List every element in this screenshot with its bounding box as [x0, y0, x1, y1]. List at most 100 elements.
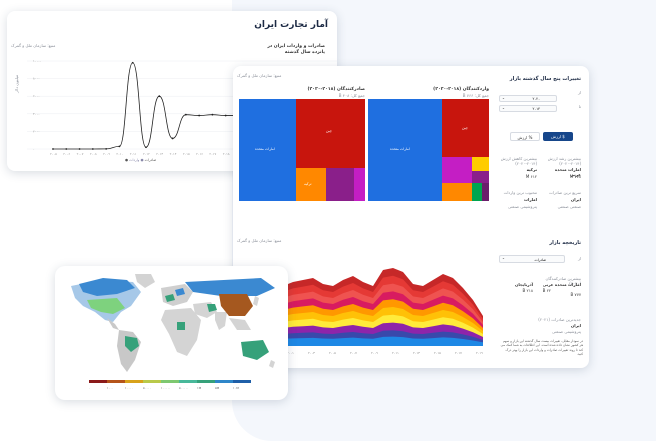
area-x-tick-label: ۲۰۰۷	[350, 351, 357, 355]
stat-popular-value: امارات	[523, 197, 537, 202]
legend-label: ۰	[89, 386, 91, 390]
y-ticks: ۱۰۰۰۰ ۸۰۰۰ ۶۰۰۰ ۴۰۰۰ ۲۰۰۰ ۰	[33, 59, 42, 151]
stat-fastest-sub: صنعتی صنعتی	[557, 204, 581, 209]
tab-value-percent[interactable]: ارزش %	[510, 132, 540, 141]
treemap-cell-uae[interactable]: امارات متحده	[239, 99, 296, 201]
x-tick-label: ۲۰۱۱	[130, 152, 137, 156]
treemap-cell-8[interactable]	[482, 183, 489, 201]
data-point	[78, 148, 81, 150]
legend-swatch	[125, 380, 143, 383]
export-treemap-title: صادرکنندگان (۲۰۱۸-۲۰۲۰)	[307, 87, 365, 92]
history-rank-1: امارات متحده عربی	[542, 282, 581, 287]
x-tick-label: ۲۰۱۰	[116, 152, 123, 156]
x-tick-label: ۲۰۱۶	[196, 152, 203, 156]
y-tick-label: ۴۰۰۰	[33, 112, 40, 116]
x-tick-label: ۲۰۰۵	[50, 152, 57, 156]
legend-swatch	[143, 380, 161, 383]
data-point	[171, 137, 174, 140]
legend-swatch	[179, 380, 197, 383]
x-tick-label: ۲۰۱۸	[223, 152, 230, 156]
x-tick-label: ۲۰۱۳	[156, 152, 163, 156]
area-x-tick-label: ۲۰۱۳	[413, 351, 420, 355]
treemap-cell-4[interactable]	[326, 168, 354, 201]
to-label: تا	[578, 104, 581, 109]
data-point	[211, 113, 214, 116]
tab-value-dollar[interactable]: ارزش $	[543, 132, 573, 141]
import-treemap: امارات متحده چین	[368, 99, 489, 201]
data-point	[91, 148, 94, 150]
treemap-cell-5[interactable]	[354, 168, 365, 201]
panel-title: تغییرات پنج سال گذشته بازار	[509, 76, 581, 82]
y-tick-label: ۱۰۰۰۰	[33, 59, 42, 63]
treemap-cell-turkey[interactable]: ترکیه	[296, 168, 326, 201]
stat-fastest-title: سریع ترین صادرات	[548, 190, 581, 195]
history-rank-1-value: ۲۲ B	[542, 288, 551, 293]
treemap-cell-china[interactable]: چین	[296, 99, 365, 168]
history-new-title: جدیدترین صادرات (۲۰۲۱)	[538, 317, 581, 322]
area-x-tick-label: ۲۰۱۱	[392, 351, 399, 355]
treemap-cell-3[interactable]	[442, 157, 472, 183]
map-region-new-zealand	[269, 360, 275, 368]
area-layers	[283, 268, 483, 346]
stat-decline-sub: ۶۱۲ M	[525, 174, 537, 179]
chevron-down-icon: ⌄	[502, 256, 505, 260]
x-tick-label: ۲۰۰۹	[103, 152, 110, 156]
area-x-tick-label: ۲۰۱۹	[476, 351, 483, 355]
y-tick-label: ۸۰۰۰	[33, 77, 40, 81]
stat-growth-title: بیشترین رشد ارزش (۲۰۱۴-۲۰۲۰)	[547, 156, 581, 166]
area-x-tick-label: ۲۰۰۵	[329, 351, 336, 355]
data-point	[145, 146, 147, 149]
treemap-cell-6[interactable]	[442, 183, 472, 201]
legend-swatch	[161, 380, 179, 383]
stat-growth-sub: ۷۷۸ M	[569, 174, 581, 179]
treemap-cell-china[interactable]: چین	[442, 99, 489, 157]
area-x-tick-label: ۲۰۱۵	[434, 351, 441, 355]
to-select[interactable]: ۲۰۱۴ ⌄	[499, 105, 557, 112]
area-x-tick-label: ۲۰۰۳	[308, 351, 315, 355]
legend-swatch	[233, 380, 251, 383]
legend-label: ۱۰۰۰	[107, 386, 114, 390]
history-from-label: از	[577, 256, 581, 261]
data-point	[131, 61, 134, 64]
data-point	[184, 113, 187, 116]
chevron-down-icon: ⌄	[502, 96, 505, 100]
history-rank-3: ۷۷۷ B	[570, 292, 581, 297]
map-region-southeast-asia	[229, 318, 251, 330]
data-point	[105, 148, 108, 150]
world-map	[71, 274, 275, 372]
legend-swatch	[107, 380, 125, 383]
x-tick-label: ۲۰۰۷	[77, 152, 84, 156]
area-x-tick-label: ۲۰۰۹	[371, 351, 378, 355]
x-ticks: ۲۰۰۵ ۲۰۰۶ ۲۰۰۷ ۲۰۰۸ ۲۰۰۹ ۲۰۱۰ ۲۰۱۱ ۲۰۱۲ ۲۰۱۳ ۲۰۱۴…	[50, 152, 243, 156]
legend-label: ۱M	[197, 386, 202, 390]
from-select[interactable]: ۲۰۲۰ ⌄	[499, 95, 557, 102]
treemap-cell-uae[interactable]: امارات متحده	[368, 99, 442, 201]
export-treemap: امارات متحده چین ترکیه	[239, 99, 365, 201]
stat-decline-value: ترکیه	[526, 167, 537, 172]
market-change-panel: تغییرات پنج سال گذشته بازار از ۲۰۲۰ ⌄ تا…	[495, 70, 585, 220]
map-region-africa-b	[177, 322, 185, 330]
history-panel: تاریخچه بازار از صادرات ⌄ بیشترین صادرکن…	[495, 226, 585, 366]
x-tick-label: ۲۰۱۲	[143, 152, 150, 156]
treemap-cell-4[interactable]	[472, 157, 489, 171]
stacked-area-chart: ۲۰۰۱ ۲۰۰۳ ۲۰۰۵ ۲۰۰۷ ۲۰۰۹ ۲۰۱۱ ۲۰۱۳ ۲۰۱۵ ۲۰۱۷ ۲۰۱۹	[283, 268, 483, 355]
treemap-cell-7[interactable]	[472, 183, 482, 201]
y-tick-label: ۲۰۰۰	[33, 129, 40, 133]
data-point	[198, 114, 201, 117]
legend-label: ۵۰۰۰۰	[143, 386, 152, 390]
series-points	[52, 61, 240, 150]
history-rank-2: آذربایجان	[514, 282, 533, 287]
history-select[interactable]: صادرات ⌄	[499, 255, 565, 263]
import-treemap-total: جمع کل: ۷۶۶ B	[462, 93, 489, 98]
stat-decline-title: بیشترین کاهش ارزش (۲۰۱۴-۲۰۲۰)	[500, 156, 537, 166]
map-region-australia	[241, 340, 269, 360]
stage: آمار تجارت ایران صادرات و واردات ایران د…	[0, 0, 656, 441]
x-tick-label: ۲۰۱۵	[183, 152, 190, 156]
data-point	[118, 145, 121, 148]
treemap-cell-5[interactable]	[472, 171, 489, 183]
from-label: از	[577, 90, 581, 95]
map-legend-labels: ۰ ۱۰۰۰ ۱۰۰۰۰ ۵۰۰۰۰ ۱۰۰۰۰۰ ۵۰۰۰۰۰ ۱M ۵M ۱۰M	[89, 386, 251, 391]
data-point	[52, 148, 54, 150]
legend-label: ۱۰۰۰۰	[125, 386, 134, 390]
x-tick-label: ۲۰۰۸	[90, 152, 97, 156]
